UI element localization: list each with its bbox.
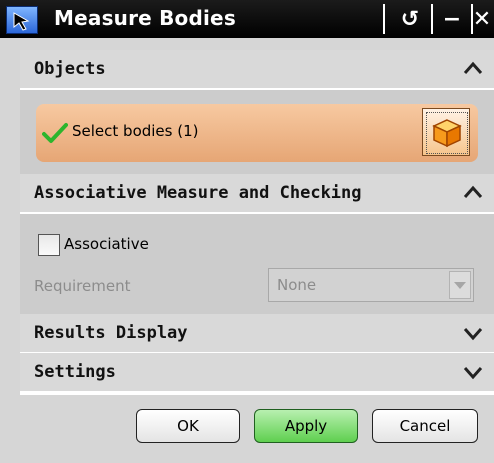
requirement-label: Requirement: [34, 277, 131, 295]
cancel-button[interactable]: Cancel: [372, 409, 478, 443]
associative-checkbox-label[interactable]: Associative: [64, 235, 149, 253]
chevron-up-icon[interactable]: [462, 182, 484, 204]
apply-button[interactable]: Apply: [254, 409, 358, 443]
close-icon[interactable]: ✕: [470, 0, 494, 38]
associative-checkbox[interactable]: [38, 234, 60, 256]
minimize-icon[interactable]: −: [434, 0, 470, 38]
requirement-select: None: [268, 268, 474, 302]
title-separator: [383, 4, 385, 34]
measure-bodies-dialog: Measure Bodies ↺ − ✕ Objects Select bodi…: [0, 0, 494, 463]
associative-section-title: Associative Measure and Checking: [34, 183, 362, 203]
settings-section-title: Settings: [34, 362, 116, 382]
results-section-header[interactable]: Results Display: [20, 314, 494, 354]
objects-section-header[interactable]: Objects: [20, 50, 494, 90]
dropdown-arrow-icon: [449, 271, 471, 299]
chevron-up-icon[interactable]: [462, 58, 484, 80]
objects-section-title: Objects: [34, 59, 106, 79]
cube-icon: [432, 119, 462, 148]
associative-section-header[interactable]: Associative Measure and Checking: [20, 174, 494, 214]
checkmark-icon: [42, 123, 68, 143]
dialog-footer: OK Apply Cancel: [20, 393, 494, 463]
requirement-value: None: [277, 276, 317, 294]
window-title: Measure Bodies: [54, 6, 236, 30]
reset-icon[interactable]: ↺: [392, 0, 428, 38]
select-bodies-label: Select bodies (1): [72, 122, 199, 140]
title-separator: [431, 4, 433, 34]
settings-section-header[interactable]: Settings: [20, 353, 494, 393]
app-icon: [6, 6, 38, 34]
results-section-title: Results Display: [34, 323, 188, 343]
select-bodies-row[interactable]: Select bodies (1): [36, 104, 478, 162]
objects-section-body: Select bodies (1): [20, 90, 494, 174]
title-bar[interactable]: Measure Bodies ↺ − ✕: [0, 0, 494, 38]
select-body-button[interactable]: [422, 108, 470, 156]
ok-button[interactable]: OK: [136, 409, 240, 443]
associative-section-body: Associative Requirement None: [20, 214, 494, 314]
chevron-down-icon[interactable]: [462, 361, 484, 383]
chevron-down-icon[interactable]: [462, 322, 484, 344]
